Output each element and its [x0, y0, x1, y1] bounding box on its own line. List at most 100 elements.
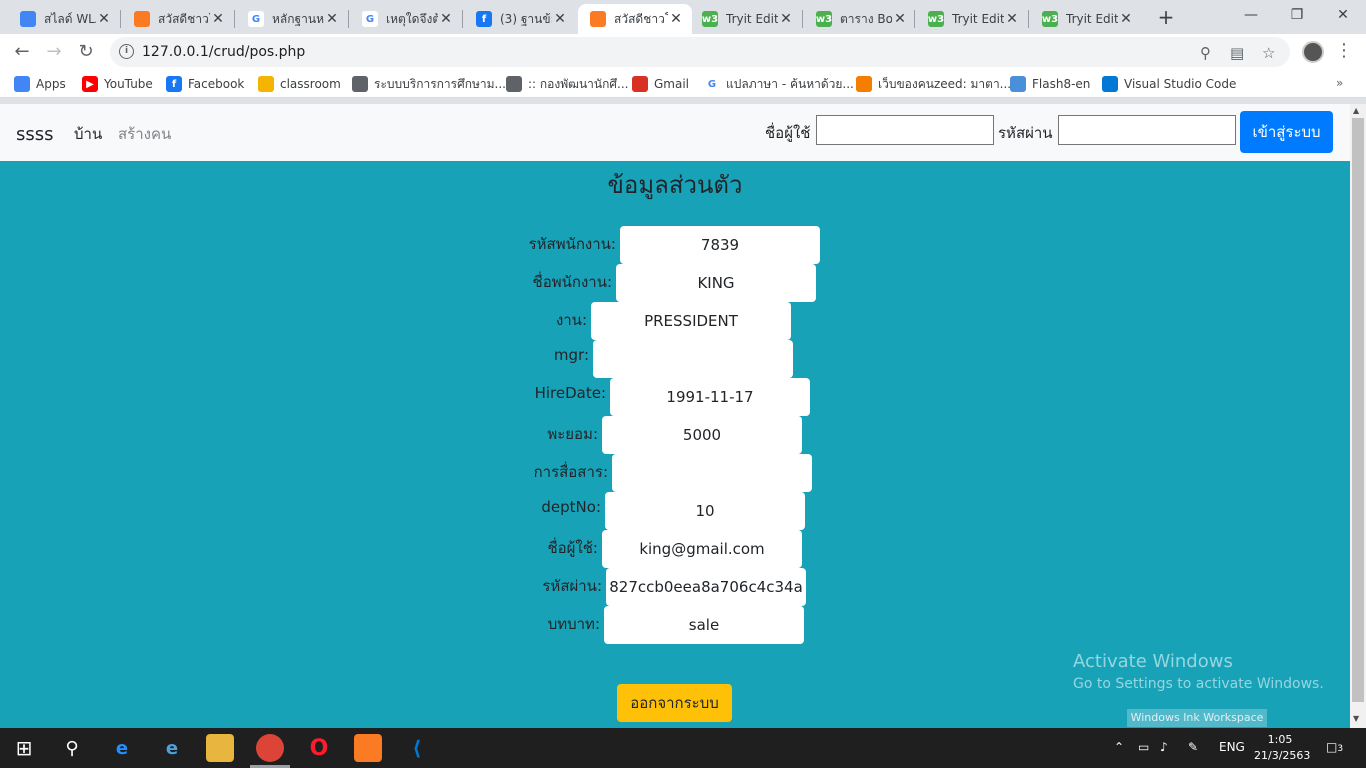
- field-label: การสื่อสาร:: [533, 463, 608, 481]
- browser-tab[interactable]: G หลักฐานหา✕: [236, 4, 348, 34]
- bookmark-star-icon[interactable]: ☆: [1262, 44, 1275, 62]
- username-input[interactable]: [816, 115, 994, 145]
- browser-tab[interactable]: w3 Tryit Edito✕: [690, 4, 802, 34]
- edge-icon[interactable]: e: [108, 734, 136, 762]
- bookmark-item[interactable]: classroom: [258, 75, 341, 93]
- nav-create-link[interactable]: สร้างคน: [118, 122, 171, 146]
- field-value[interactable]: 7839: [620, 226, 820, 264]
- field-value[interactable]: [593, 340, 793, 378]
- close-tab-icon[interactable]: ✕: [552, 11, 568, 27]
- pen-icon[interactable]: ✎: [1188, 740, 1198, 754]
- minimize-button[interactable]: —: [1228, 0, 1274, 32]
- bookmark-item[interactable]: Gmail: [632, 75, 689, 93]
- field-value[interactable]: KING: [616, 264, 816, 302]
- vscode-icon[interactable]: ⟨: [403, 734, 431, 762]
- bookmark-item[interactable]: ระบบบริการการศึกษาม...: [352, 75, 506, 93]
- xampp-icon: [134, 11, 150, 27]
- bookmark-item[interactable]: เว็บของคนzeed: มาตา...: [856, 75, 1011, 93]
- bookmark-item[interactable]: f Facebook: [166, 75, 244, 93]
- more-bookmarks-icon[interactable]: »: [1336, 76, 1343, 90]
- scroll-down-icon[interactable]: ▼: [1353, 714, 1359, 723]
- profile-avatar[interactable]: [1302, 41, 1324, 63]
- language-indicator[interactable]: ENG: [1219, 740, 1245, 754]
- field-value[interactable]: [612, 454, 812, 492]
- bookmark-item[interactable]: ▶ YouTube: [82, 75, 153, 93]
- close-tab-icon[interactable]: ✕: [892, 11, 908, 27]
- forward-icon[interactable]: →: [42, 40, 66, 64]
- reload-icon[interactable]: ↻: [74, 40, 98, 64]
- search-icon[interactable]: ⚲: [58, 734, 86, 762]
- password-input[interactable]: [1058, 115, 1236, 145]
- translate-icon[interactable]: ▤: [1230, 44, 1244, 62]
- field-label: deptNo:: [541, 498, 601, 516]
- close-tab-icon[interactable]: ✕: [668, 11, 684, 27]
- logout-button[interactable]: ออกจากระบบ: [617, 684, 732, 722]
- scroll-up-icon[interactable]: ▲: [1353, 106, 1359, 115]
- gmail-icon: [632, 76, 648, 92]
- clock[interactable]: 1:05 21/3/2563: [1254, 732, 1310, 764]
- battery-icon[interactable]: ▭: [1138, 740, 1149, 754]
- internet-explorer-icon[interactable]: e: [158, 734, 186, 762]
- scroll-thumb[interactable]: [1352, 118, 1364, 702]
- bookmark-item[interactable]: Apps: [14, 75, 66, 93]
- back-icon[interactable]: ←: [10, 40, 34, 64]
- site-navbar: ssss บ้าน สร้างคน ชื่อผู้ใช้ รหัสผ่าน เข…: [0, 104, 1350, 161]
- bookmark-item[interactable]: Flash8-en: [1010, 75, 1090, 93]
- page-scrollbar[interactable]: ▲ ▼: [1350, 104, 1366, 728]
- key-icon[interactable]: ⚲: [1200, 44, 1211, 62]
- browser-tab[interactable]: w3 Tryit Edito✕: [1030, 4, 1142, 34]
- chevron-up-icon[interactable]: ⌃: [1114, 740, 1124, 754]
- close-tab-icon[interactable]: ✕: [778, 11, 794, 27]
- field-label: บทบาท:: [547, 615, 600, 633]
- bookmark-item[interactable]: Visual Studio Code: [1102, 75, 1236, 93]
- vscode-icon: [1102, 76, 1118, 92]
- field-value[interactable]: 5000: [602, 416, 802, 454]
- facebook-icon: f: [166, 76, 182, 92]
- flash-icon: [1010, 76, 1026, 92]
- nav-home-link[interactable]: บ้าน: [74, 122, 102, 146]
- field-value[interactable]: king@gmail.com: [602, 530, 802, 568]
- notification-icon[interactable]: □3: [1326, 740, 1343, 754]
- login-button[interactable]: เข้าสู่ระบบ: [1240, 111, 1333, 153]
- browser-tab[interactable]: w3 Tryit Edito✕: [916, 4, 1028, 34]
- close-tab-icon[interactable]: ✕: [96, 11, 112, 27]
- opera-icon[interactable]: O: [305, 734, 333, 762]
- new-tab-button[interactable]: +: [1154, 6, 1178, 30]
- xampp-icon[interactable]: [354, 734, 382, 762]
- close-window-button[interactable]: ✕: [1320, 0, 1366, 32]
- field-label: mgr:: [553, 346, 589, 364]
- field-value[interactable]: sale: [604, 606, 804, 644]
- volume-icon[interactable]: ♪: [1160, 740, 1168, 754]
- close-tab-icon[interactable]: ✕: [210, 11, 226, 27]
- page-title: ข้อมูลส่วนตัว: [607, 171, 743, 199]
- field-label: HireDate:: [534, 384, 606, 402]
- restore-button[interactable]: ❐: [1274, 0, 1320, 32]
- close-tab-icon[interactable]: ✕: [1004, 11, 1020, 27]
- field-value[interactable]: 1991-11-17: [610, 378, 810, 416]
- field-label: รหัสพนักงาน:: [528, 235, 616, 253]
- google-icon: G: [248, 11, 264, 27]
- browser-tab[interactable]: G เหตุใดจึงต้อ✕: [350, 4, 462, 34]
- browser-tab[interactable]: w3 ตาราง Boo✕: [804, 4, 916, 34]
- browser-tab[interactable]: สวัสดีชาวโล✕: [578, 4, 692, 34]
- browser-tab[interactable]: f (3) ฐานข้อ✕: [464, 4, 576, 34]
- field-value[interactable]: 827ccb0eea8a706c4c34a: [606, 568, 806, 606]
- bookmark-item[interactable]: G แปลภาษา - ค้นหาด้วย...: [704, 75, 854, 93]
- bookmark-item[interactable]: :: กองพัฒนานักศึ...: [506, 75, 628, 93]
- windows-start-icon[interactable]: ⊞: [10, 734, 38, 762]
- site-info-icon[interactable]: i: [119, 44, 134, 59]
- file-explorer-icon[interactable]: [206, 734, 234, 762]
- close-tab-icon[interactable]: ✕: [1118, 11, 1134, 27]
- address-bar[interactable]: i 127.0.0.1/crud/pos.php ⚲ ▤ ☆: [110, 37, 1290, 67]
- close-tab-icon[interactable]: ✕: [438, 11, 454, 27]
- brand[interactable]: ssss: [16, 124, 54, 145]
- field-value[interactable]: PRESSIDENT: [591, 302, 791, 340]
- browser-tab[interactable]: สวัสดีชาวโล✕: [122, 4, 234, 34]
- bookmark-label: แปลภาษา - ค้นหาด้วย...: [726, 76, 854, 91]
- browser-tab[interactable]: สไลด์ WLA✕: [8, 4, 120, 34]
- close-tab-icon[interactable]: ✕: [324, 11, 340, 27]
- chrome-icon[interactable]: [256, 734, 284, 762]
- field-value[interactable]: 10: [605, 492, 805, 530]
- menu-icon[interactable]: ⋮: [1335, 40, 1353, 61]
- bookmark-label: Apps: [36, 77, 66, 91]
